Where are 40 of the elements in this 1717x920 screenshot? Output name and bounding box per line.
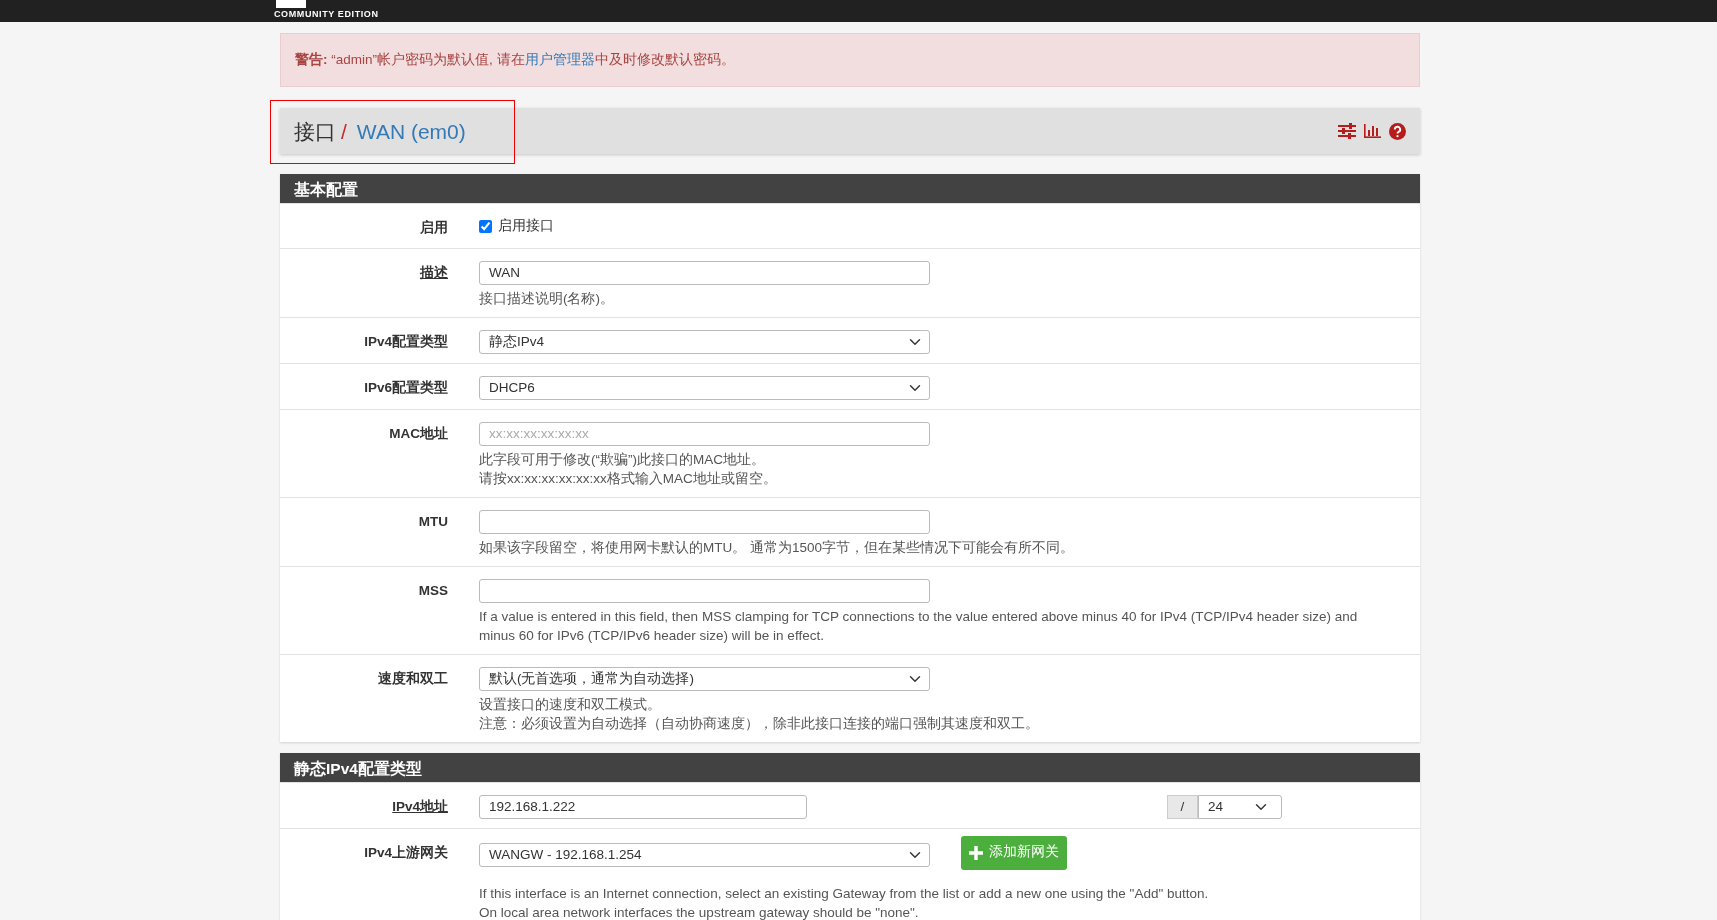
field-label: MTU [417, 512, 448, 531]
field-label: IPv4地址 [391, 797, 448, 816]
field-label: 速度和双工 [377, 669, 448, 688]
select-field[interactable]: 默认(无首选项，通常为自动选择) [479, 666, 930, 691]
breadcrumb-separator: / [341, 118, 347, 145]
help-text: 此字段可用于修改(“欺骗”)此接口的MAC地址。 请按xx:xx:xx:xx:xx:xx格式输入MAC地址或留空。 [479, 450, 778, 488]
section-title: 基本配置 [280, 174, 1420, 204]
sliders-icon[interactable] [1338, 123, 1356, 140]
field-label: 描述 [419, 263, 448, 282]
user-manager-link[interactable]: 用户管理器 [524, 52, 595, 67]
section-title: 静态IPv4配置类型 [280, 752, 1420, 782]
field-label: IPv4上游网关 [363, 843, 448, 862]
help-text: If a value is entered in this field, then MSS clamping for TCP connections to the value entered above minus 40 for IPv4 (TCP/IPv4 header size) and minus 60 for IPv6 (TCP/IPv6 header size) will be in effect. [479, 607, 1359, 645]
checkbox-label: 启用接口 [498, 217, 554, 236]
help-icon[interactable] [1389, 122, 1406, 140]
help-text: 如果该字段留空，将使用网卡默认的MTU。 通常为1500字节，但在某些情况下可能会有所不同。 [479, 538, 1076, 557]
plus-icon [969, 845, 983, 860]
select-field[interactable]: WANGW - 192.168.1.254 [479, 843, 930, 867]
field-label: IPv6配置类型 [363, 378, 448, 397]
input-field[interactable]: xx:xx:xx:xx:xx:xx [479, 421, 930, 446]
logo-subtitle: COMMUNITY EDITION [274, 8, 379, 20]
enable-checkbox[interactable] [479, 219, 492, 233]
field-label: IPv4配置类型 [363, 332, 448, 351]
field-label: MSS [417, 581, 448, 600]
field-label: 启用 [419, 219, 448, 238]
prefix-separator: / [1167, 794, 1198, 819]
prefix-select[interactable]: 24 [1198, 794, 1282, 819]
help-text: If this interface is an Internet connection, select an existing Gateway from the list or add a new one using the "Add" button. On local area network interfaces the upstream gateway should be "none". [479, 884, 1210, 920]
field-label: MAC地址 [388, 424, 448, 443]
help-text: 设置接口的速度和双工模式。 注意：必须设置为自动选择（自动协商速度），除非此接口连接的端口强制其速度和双工。 [479, 695, 1040, 733]
breadcrumb-item: 接口 [294, 118, 336, 145]
select-field[interactable]: DHCP6 [479, 375, 930, 400]
bar-chart-icon[interactable] [1364, 124, 1381, 139]
select-field[interactable]: 静态IPv4 [479, 329, 930, 354]
input-field[interactable]: WAN [479, 260, 930, 285]
warning-alert: 警告: “admin”帐户密码为默认值, 请在用户管理器中及时修改默认密码。 [280, 33, 1420, 88]
help-text: 接口描述说明(名称)。 [479, 289, 615, 308]
input-field[interactable]: 192.168.1.222 [479, 794, 807, 819]
input-field[interactable] [479, 509, 930, 534]
input-field[interactable] [479, 578, 930, 603]
